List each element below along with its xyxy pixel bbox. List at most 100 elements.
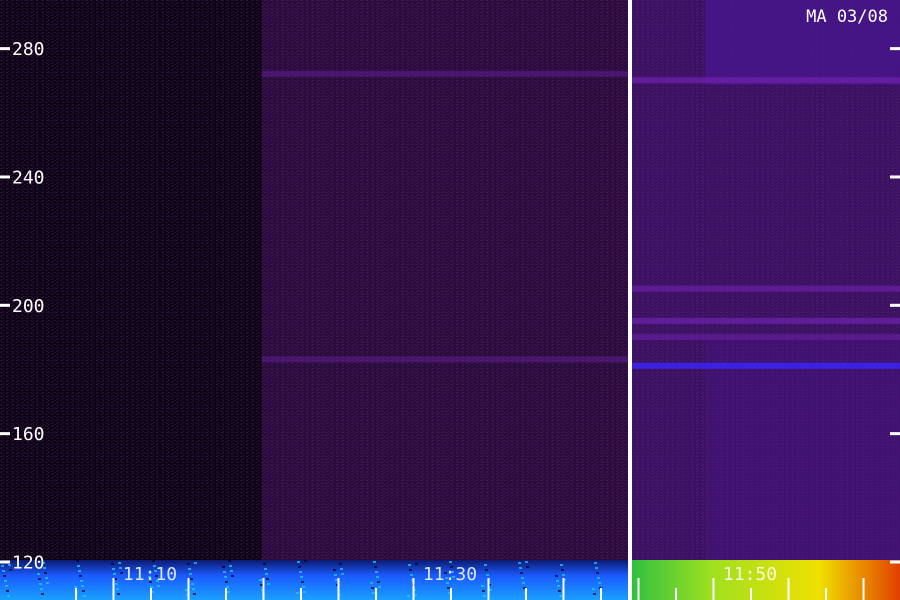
low-band-speckle [78, 570, 81, 572]
low-band-speckle [371, 587, 374, 589]
low-band-speckle [115, 583, 118, 585]
low-band-speckle [45, 577, 48, 579]
x-tick [300, 588, 302, 600]
x-tick [150, 588, 152, 600]
low-band-speckle [82, 590, 85, 592]
low-band-speckle [302, 586, 305, 588]
low-band-speckle [376, 576, 379, 578]
low-band-speckle [193, 593, 196, 595]
low-band-speckle [8, 564, 11, 566]
low-band-speckle [77, 565, 80, 567]
y-tick-right [890, 47, 900, 51]
low-band-speckle [263, 563, 266, 565]
low-band-speckle [225, 581, 228, 583]
x-tick [112, 578, 115, 600]
y-tick-left [0, 560, 10, 564]
low-band-speckle [6, 590, 9, 592]
low-band-speckle [188, 568, 191, 570]
low-band-speckle [561, 569, 564, 571]
low-band-speckle [525, 561, 528, 563]
x-tick [225, 588, 227, 600]
low-band-speckle [80, 580, 83, 582]
low-band-speckle [593, 593, 596, 595]
y-tick-right [890, 432, 900, 436]
x-tick-label: 11:10 [123, 564, 177, 585]
low-band-speckle [482, 590, 485, 592]
low-band-speckle [304, 560, 307, 562]
low-band-speckle [370, 582, 373, 584]
low-band-speckle [2, 570, 5, 572]
x-tick-label: 11:50 [723, 564, 777, 585]
time-gap-line [628, 0, 632, 600]
low-band-speckle [299, 571, 302, 573]
y-tick-label: 240 [12, 167, 45, 188]
low-band-speckle [150, 586, 153, 588]
low-band-speckle [377, 581, 380, 583]
low-band-speckle [375, 571, 378, 573]
low-band-speckle [562, 574, 565, 576]
low-band-speckle [334, 574, 337, 576]
low-band-speckle [226, 586, 229, 588]
low-band-speckle [267, 583, 270, 585]
frequency-band [262, 70, 628, 77]
low-band-speckle [518, 562, 521, 564]
low-band-speckle [557, 585, 560, 587]
low-band-speckle [485, 569, 488, 571]
low-band-speckle [519, 567, 522, 569]
x-tick [375, 588, 377, 600]
x-tick [450, 588, 452, 600]
low-band-speckle [7, 595, 10, 597]
x-tick [337, 578, 340, 600]
low-band-speckle [341, 573, 344, 575]
low-band-speckle [483, 595, 486, 597]
y-tick-label: 120 [12, 552, 45, 573]
low-band-speckle [259, 579, 262, 581]
low-band-speckle [194, 562, 197, 564]
x-tick [825, 588, 827, 600]
low-band-speckle [522, 582, 525, 584]
frequency-band [632, 333, 900, 340]
low-band-speckle [560, 564, 563, 566]
low-band-speckle [486, 574, 489, 576]
low-band-speckle [596, 572, 599, 574]
low-band-speckle [592, 588, 595, 590]
x-tick [787, 578, 790, 600]
region-texture [262, 0, 628, 560]
x-tick-label: 11:30 [423, 564, 477, 585]
low-band-speckle [117, 593, 120, 595]
y-tick-label: 280 [12, 39, 45, 60]
low-band-speckle [521, 577, 524, 579]
low-band-speckle [597, 577, 600, 579]
scale-divider [628, 0, 632, 600]
low-band-speckle [3, 575, 6, 577]
low-band-left [0, 560, 628, 600]
low-band-speckle [265, 573, 268, 575]
y-tick-right [890, 303, 900, 307]
y-tick-label: 160 [12, 424, 45, 445]
x-tick [75, 588, 77, 600]
frequency-band [632, 77, 900, 84]
low-band-speckle [222, 566, 225, 568]
low-band-speckle [228, 560, 231, 562]
low-band-speckle [407, 595, 410, 597]
low-band-speckle [409, 569, 412, 571]
x-tick [750, 588, 752, 600]
x-tick [637, 578, 640, 600]
x-tick [525, 588, 527, 600]
low-band-speckle [116, 588, 119, 590]
low-band-speckle [408, 564, 411, 566]
late-lower-block [705, 340, 900, 560]
chart-title: MA 03/08 [806, 7, 888, 27]
low-band-speckle [4, 580, 7, 582]
low-band-speckle [378, 586, 381, 588]
low-band-speckle [40, 588, 43, 590]
low-band-speckle [555, 575, 558, 577]
low-band-speckle [594, 562, 597, 564]
low-band-speckle [81, 585, 84, 587]
low-band-speckle [112, 568, 115, 570]
low-band-speckle [187, 563, 190, 565]
x-tick [862, 578, 865, 600]
y-tick-right [890, 175, 900, 179]
low-band-speckle [119, 567, 122, 569]
low-band-speckle [190, 578, 193, 580]
